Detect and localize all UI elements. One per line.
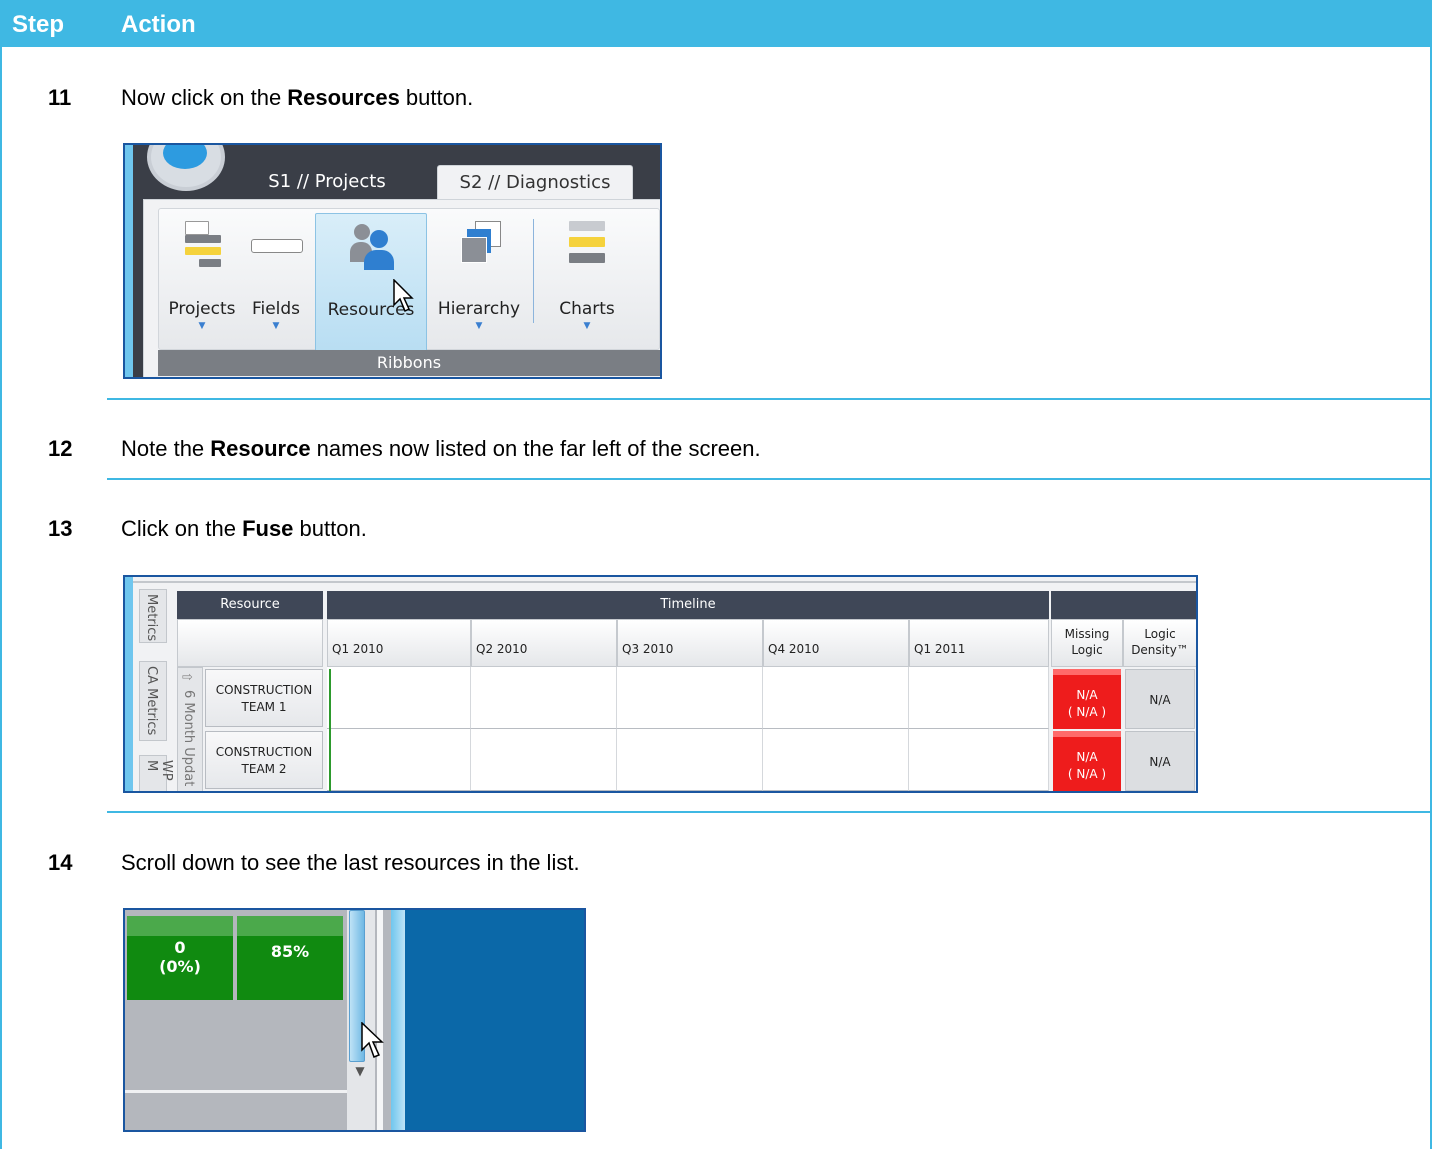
charts-ribbon-button[interactable]: Charts ▼ [547, 213, 627, 355]
window-edge [125, 577, 133, 791]
step-instruction: Now click on the Resources button. [121, 85, 474, 110]
timeline-cell [763, 729, 909, 791]
timeline-cell [327, 667, 471, 729]
metric-tile[interactable]: 0 (0%) [127, 916, 233, 1000]
projects-icon [185, 221, 221, 271]
today-marker [329, 669, 331, 791]
resource-subheader [177, 619, 323, 667]
chevron-down-icon: ▼ [272, 321, 280, 331]
top-border [133, 581, 1196, 583]
projects-label: Projects [168, 299, 236, 319]
resource-grid-screenshot: Metrics CA Metrics WP M ⇨ 6 Month Updat … [123, 575, 1198, 793]
timeline-cell [617, 667, 763, 729]
timeline-cell [763, 667, 909, 729]
chevron-down-icon: ▼ [198, 321, 206, 331]
step-number: 12 [48, 436, 73, 461]
fields-ribbon-button[interactable]: Fields ▼ [243, 213, 309, 355]
quarter-header: Q4 2010 [763, 619, 909, 667]
timeline-cell [471, 667, 617, 729]
chevron-down-icon: ▼ [475, 321, 483, 331]
tab-metrics[interactable]: Metrics [139, 589, 167, 643]
timeline-cell [909, 729, 1049, 791]
vertical-row-tab[interactable]: ⇨ 6 Month Updat [177, 667, 203, 791]
action-column-header: Action [121, 11, 196, 38]
resource-column-header: Resource [177, 591, 323, 619]
row-divider [125, 1090, 375, 1093]
step-instruction: Scroll down to see the last resources in… [121, 850, 580, 875]
logic-density-header[interactable]: Logic Density™ [1123, 619, 1196, 667]
splitter-accent [391, 910, 405, 1130]
timeline-cell [909, 667, 1049, 729]
logic-density-cell[interactable]: N/A [1125, 731, 1195, 791]
people-icon [350, 220, 394, 270]
table-left-border [0, 47, 2, 1149]
splitter[interactable] [377, 910, 383, 1130]
logic-density-cell[interactable]: N/A [1125, 669, 1195, 729]
step-instruction: Click on the Fuse button. [121, 516, 367, 541]
step-number: 14 [48, 850, 73, 875]
tab-ca-metrics[interactable]: CA Metrics [139, 661, 167, 741]
link-icon: ⇨ [182, 670, 193, 685]
tab-projects[interactable]: S1 // Projects [247, 165, 407, 199]
instruction-table: Step Action 11 Now click on the Resource… [0, 0, 1432, 1149]
mouse-cursor-icon [393, 279, 414, 313]
row-divider [107, 811, 1432, 813]
fields-label: Fields [251, 299, 301, 319]
tab-wp-metrics[interactable]: WP M [139, 755, 174, 791]
timeline-header: Timeline [327, 591, 1049, 619]
blue-panel [405, 910, 584, 1130]
quarter-header: Q3 2010 [617, 619, 763, 667]
metrics-header [1051, 591, 1196, 619]
hierarchy-label: Hierarchy [437, 299, 521, 319]
field-icon [251, 239, 303, 253]
charts-label: Charts [559, 299, 615, 319]
window-edge [125, 145, 133, 377]
mouse-cursor-icon [361, 1022, 384, 1058]
step-number: 13 [48, 516, 73, 541]
step-column-header: Step [12, 11, 65, 38]
timeline-cell [327, 729, 471, 791]
resource-row-name[interactable]: CONSTRUCTION TEAM 1 [205, 669, 323, 727]
ribbon-separator [533, 219, 534, 323]
quarter-header: Q2 2010 [471, 619, 617, 667]
timeline-cell [617, 729, 763, 791]
missing-logic-cell[interactable]: N/A( N/A ) [1053, 669, 1121, 729]
hierarchy-ribbon-button[interactable]: Hierarchy ▼ [431, 213, 527, 355]
quarter-header: Q1 2010 [327, 619, 471, 667]
table-header: Step Action [0, 0, 1432, 47]
app-logo-icon[interactable] [147, 145, 225, 191]
metric-tile[interactable]: 85% [237, 916, 343, 1000]
resource-row-name[interactable]: CONSTRUCTION TEAM 2 [205, 731, 323, 789]
tab-diagnostics[interactable]: S2 // Diagnostics [437, 165, 633, 200]
missing-logic-header[interactable]: Missing Logic [1051, 619, 1123, 667]
step-number: 11 [48, 85, 72, 110]
step-instruction: Note the Resource names now listed on th… [121, 436, 761, 461]
row-divider [107, 478, 1432, 480]
row-divider [107, 398, 1432, 400]
quarter-header: Q1 2011 [909, 619, 1049, 667]
projects-ribbon-button[interactable]: Projects ▼ [167, 213, 237, 355]
charts-icon [569, 221, 605, 265]
scroll-screenshot: 0 (0%) 85% ▼ [123, 908, 586, 1132]
hierarchy-icon [461, 221, 501, 265]
missing-logic-cell[interactable]: N/A( N/A ) [1053, 731, 1121, 791]
timeline-cell [471, 729, 617, 791]
ribbon-screenshot: S1 // Projects S2 // Diagnostics Project… [123, 143, 662, 379]
ribbon-group-label: Ribbons [158, 350, 660, 376]
chevron-down-icon: ▼ [583, 321, 591, 331]
scroll-down-arrow-icon[interactable]: ▼ [349, 1064, 371, 1082]
